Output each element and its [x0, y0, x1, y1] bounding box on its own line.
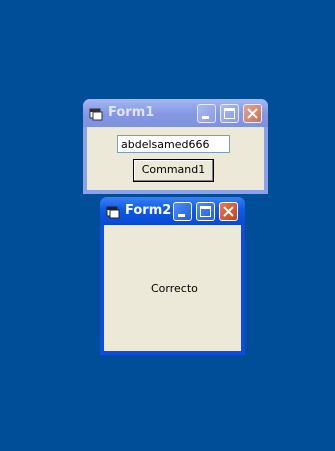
minimize-icon[interactable]	[197, 104, 216, 123]
form-window-icon[interactable]	[89, 106, 103, 121]
form1-window[interactable]: Form1 abdelsamed666 Command1	[83, 99, 268, 194]
form2-title: Form2	[125, 203, 172, 218]
form2-window[interactable]: Form2 Correcto	[100, 197, 245, 355]
result-label: Correcto	[151, 282, 198, 295]
form1-client-area: abdelsamed666 Command1	[87, 127, 264, 190]
form2-titlebar[interactable]: Form2	[100, 197, 245, 225]
maximize-icon[interactable]	[220, 104, 239, 123]
close-icon[interactable]	[243, 104, 262, 123]
text1-input[interactable]: abdelsamed666	[117, 135, 230, 153]
form-window-icon[interactable]	[106, 204, 120, 219]
form1-title: Form1	[108, 105, 155, 120]
command1-button[interactable]: Command1	[133, 159, 214, 182]
minimize-icon[interactable]	[173, 202, 192, 221]
form1-titlebar[interactable]: Form1	[83, 99, 268, 127]
maximize-icon[interactable]	[196, 202, 215, 221]
form2-client-area: Correcto	[104, 225, 241, 351]
close-icon[interactable]	[219, 202, 238, 221]
